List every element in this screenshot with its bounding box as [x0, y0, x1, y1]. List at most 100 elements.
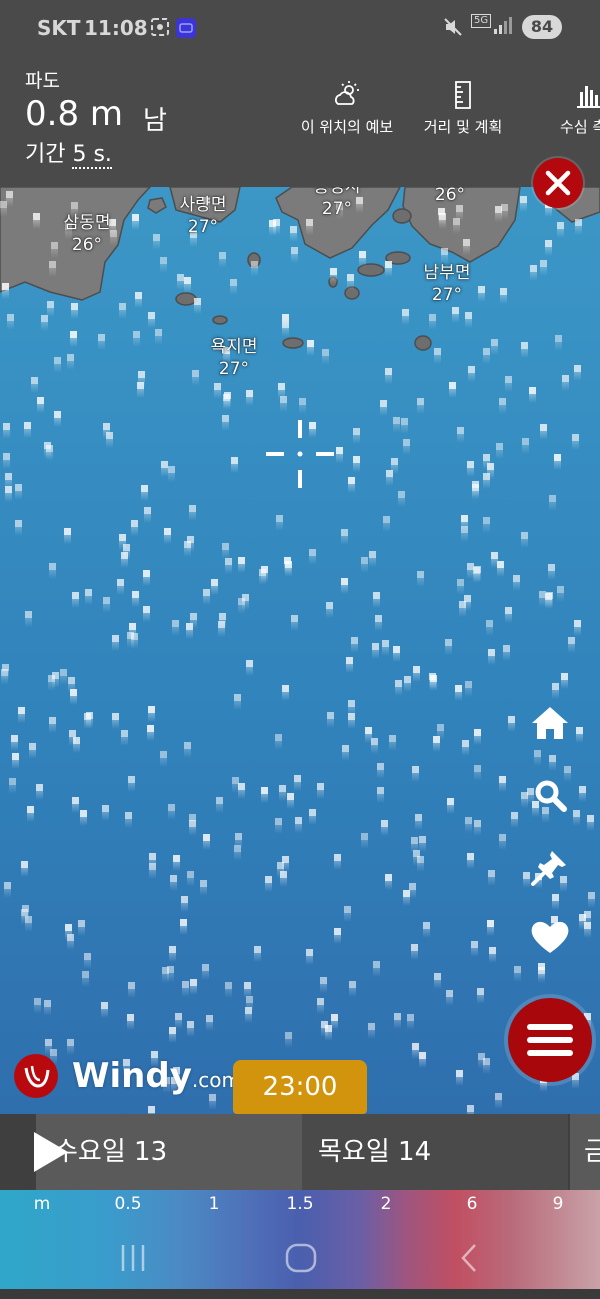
signal-icon [494, 17, 512, 34]
back-button[interactable] [455, 1242, 485, 1274]
wave-particle [522, 438, 529, 454]
wave-particle [153, 234, 160, 250]
place-label[interactable]: 남부면 27° [424, 262, 471, 306]
place-label[interactable]: 삼동면 26° [64, 212, 111, 256]
forecast-here-button[interactable]: 이 위치의 예보 [295, 80, 399, 137]
place-label[interactable]: 26° [435, 184, 465, 206]
menu-button[interactable] [508, 998, 592, 1082]
search-button[interactable] [528, 773, 572, 817]
wave-particle [402, 309, 409, 325]
wave-particle [452, 307, 459, 323]
battery-level: 84 [530, 17, 554, 36]
timeline-bar[interactable]: 수요일 13 목요일 14 금 [0, 1114, 600, 1190]
wave-particle [365, 727, 372, 743]
recent-apps-button[interactable] [115, 1242, 151, 1274]
wave-particle [467, 563, 474, 579]
wave-particle [189, 814, 196, 830]
distance-planning-button[interactable]: 거리 및 계획 [416, 80, 510, 137]
wave-particle [48, 675, 55, 691]
wave-particle [437, 724, 444, 740]
wave-particle [499, 834, 506, 850]
wave-particle [445, 639, 452, 655]
wave-particle [307, 340, 314, 356]
period-label: 기간 [25, 142, 66, 167]
wave-particle [409, 883, 416, 899]
home-button[interactable] [528, 701, 572, 745]
wave-particle [84, 953, 91, 969]
wave-particle [290, 226, 297, 242]
wave-particle [415, 814, 422, 830]
wave-particle [463, 239, 470, 255]
wave-particle [133, 331, 140, 347]
wave-particle [489, 947, 496, 963]
wave-particle [138, 371, 145, 387]
wave-particle [574, 365, 581, 381]
wave-particle [282, 314, 289, 330]
favorites-button[interactable] [528, 915, 572, 959]
logo-brand: Windy [72, 1056, 192, 1096]
wave-particle [112, 635, 119, 651]
wave-particle [491, 339, 498, 355]
close-button[interactable] [533, 158, 583, 208]
wave-particle [202, 964, 209, 980]
wave-particle [144, 507, 151, 523]
wave-particle [514, 966, 521, 982]
place-temp: 27° [218, 359, 250, 379]
wave-particle [160, 751, 167, 767]
pin-button[interactable] [528, 845, 572, 889]
wave-particle [251, 261, 258, 277]
mute-icon [444, 18, 462, 36]
wave-particle [501, 204, 508, 220]
wave-particle [433, 736, 440, 752]
wave-particle [117, 579, 124, 595]
wave-particle [371, 738, 378, 754]
wave-particle [187, 1021, 194, 1037]
wave-particle [401, 418, 408, 434]
period-value[interactable]: 5 s. [72, 142, 112, 169]
wave-particle [320, 977, 327, 993]
wave-particle [353, 428, 360, 444]
wave-particle [325, 1025, 332, 1041]
home-nav-button[interactable] [284, 1242, 318, 1274]
depth-measure-button[interactable]: 수심 측정 [540, 80, 600, 137]
wave-particle [306, 219, 313, 235]
play-button[interactable] [30, 1130, 70, 1174]
wave-particle [299, 398, 306, 414]
wave-particle [467, 1105, 474, 1121]
timeline-day[interactable]: 목요일 14 [302, 1114, 568, 1190]
wave-particle [317, 783, 324, 799]
wave-particle [71, 303, 78, 319]
wave-particle [34, 998, 41, 1014]
wave-particle [275, 818, 282, 834]
wave-particle [465, 817, 472, 833]
wave-particle [80, 810, 87, 826]
place-label[interactable]: 욕지면 27° [211, 336, 258, 380]
wave-particle [377, 763, 384, 779]
wave-particle [381, 820, 388, 836]
place-temp: 27° [187, 217, 219, 237]
wave-particle [131, 520, 138, 536]
timeline-day[interactable]: 금 [570, 1114, 600, 1190]
wave-particle [143, 606, 150, 622]
wave-particle [503, 645, 510, 661]
windy-logo-icon [14, 1054, 58, 1098]
place-label[interactable]: 사량면 27° [180, 194, 227, 238]
wave-particle [67, 1039, 74, 1055]
wave-particle [587, 815, 594, 831]
wave-particle [143, 570, 150, 586]
wave-direction: 남 [143, 106, 167, 136]
current-time-bubble[interactable]: 23:00 [233, 1060, 367, 1126]
wave-particle [495, 1093, 502, 1109]
wave-particle [285, 1032, 292, 1048]
wave-particle [78, 920, 85, 936]
wave-particle [385, 261, 392, 277]
wave-particle [225, 558, 232, 574]
wave-particle [168, 466, 175, 482]
wave-particle [465, 681, 472, 697]
timeline-day[interactable]: 수요일 13 [36, 1114, 302, 1190]
wave-particle [391, 458, 398, 474]
system-nav-bar [0, 1228, 600, 1290]
legend-value: 1 [208, 1194, 220, 1214]
wave-particle [457, 427, 464, 443]
wave-particle [486, 620, 493, 636]
